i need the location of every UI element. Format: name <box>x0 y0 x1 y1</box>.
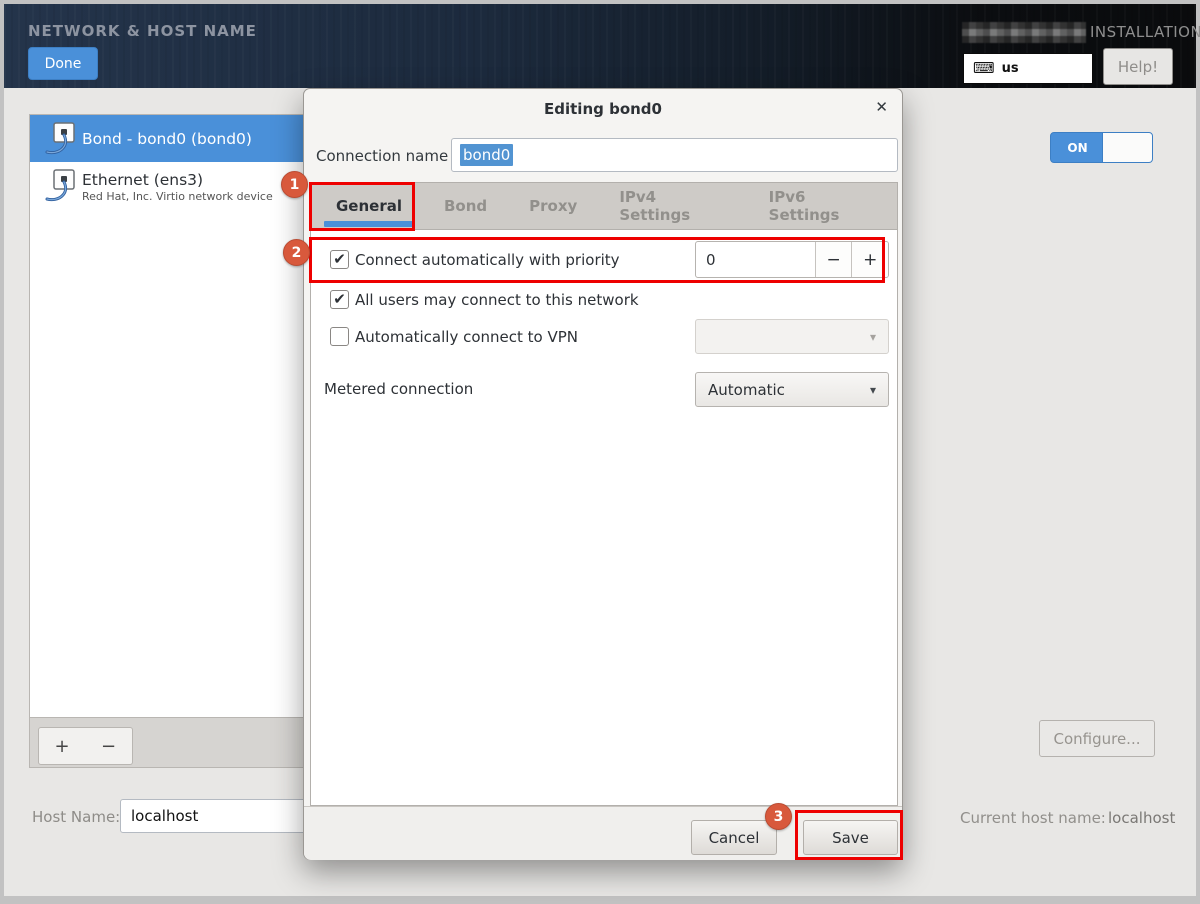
tab-bond[interactable]: Bond <box>423 183 508 229</box>
device-title: Ethernet (ens3) <box>82 171 273 189</box>
hostname-input[interactable] <box>120 799 310 833</box>
save-button[interactable]: Save <box>803 820 898 855</box>
dialog-title: Editing bond0 <box>304 100 902 118</box>
toggle-on-label: ON <box>1051 133 1104 162</box>
device-title: Bond - bond0 (bond0) <box>82 130 252 148</box>
editing-bond0-dialog: Editing bond0 ✕ Connection name bond0 Ge… <box>303 88 903 860</box>
done-button[interactable]: Done <box>28 47 98 80</box>
metered-dropdown[interactable]: Automatic ▾ <box>695 372 889 407</box>
connection-name-input[interactable]: bond0 <box>451 138 898 172</box>
annotation-step-1: 1 <box>281 171 308 198</box>
dialog-tab-bar: General Bond Proxy IPv4 Settings IPv6 Se… <box>310 182 898 230</box>
remove-device-button[interactable]: − <box>85 727 133 765</box>
tab-ipv6-settings[interactable]: IPv6 Settings <box>748 183 897 229</box>
all-users-checkbox[interactable]: ✔ <box>330 290 349 309</box>
vpn-dropdown[interactable]: ▾ <box>695 319 889 354</box>
cancel-button[interactable]: Cancel <box>691 820 777 855</box>
metered-label: Metered connection <box>324 380 473 398</box>
dialog-footer: Cancel Save <box>304 806 902 860</box>
checkmark-icon: ✔ <box>333 292 346 307</box>
keyboard-icon: ⌨ <box>973 61 995 76</box>
annotation-step-2: 2 <box>283 239 310 266</box>
spin-plus-button[interactable]: + <box>851 242 888 277</box>
chevron-down-icon: ▾ <box>870 383 876 397</box>
add-device-button[interactable]: + <box>38 727 86 765</box>
tab-proxy[interactable]: Proxy <box>508 183 598 229</box>
close-icon[interactable]: ✕ <box>875 98 888 116</box>
connect-auto-label: Connect automatically with priority <box>355 251 620 269</box>
vpn-checkbox[interactable] <box>330 327 349 346</box>
connection-name-value: bond0 <box>460 144 513 166</box>
checkmark-icon: ✔ <box>333 252 346 267</box>
keyboard-layout-indicator[interactable]: ⌨ us <box>963 53 1093 84</box>
vpn-label: Automatically connect to VPN <box>355 328 578 346</box>
network-device-icon <box>44 121 82 155</box>
priority-spinner[interactable]: 0 − + <box>695 241 889 278</box>
annotation-step-3: 3 <box>765 803 792 830</box>
help-button[interactable]: Help! <box>1103 48 1173 85</box>
connection-name-label: Connection name <box>316 147 448 165</box>
current-hostname-label: Current host name: <box>960 809 1106 827</box>
network-device-icon <box>44 168 82 202</box>
chevron-down-icon: ▾ <box>870 330 876 344</box>
top-header-band: NETWORK & HOST NAME Done INSTALLATION ⌨ … <box>4 4 1196 88</box>
network-on-off-toggle[interactable]: ON <box>1050 132 1153 163</box>
device-subtitle: Red Hat, Inc. Virtio network device <box>82 190 273 203</box>
current-hostname-value: localhost <box>1108 809 1175 827</box>
all-users-label: All users may connect to this network <box>355 291 639 309</box>
page-title: NETWORK & HOST NAME <box>28 22 257 40</box>
connect-auto-checkbox[interactable]: ✔ <box>330 250 349 269</box>
installation-label: INSTALLATION <box>1090 23 1200 41</box>
censored-text-block <box>962 22 1086 43</box>
configure-button[interactable]: Configure... <box>1039 720 1155 757</box>
tab-general[interactable]: General <box>315 183 423 229</box>
tab-ipv4-settings[interactable]: IPv4 Settings <box>598 183 747 229</box>
toggle-knob[interactable] <box>1102 133 1152 162</box>
priority-value[interactable]: 0 <box>696 242 815 277</box>
hostname-label: Host Name: <box>32 808 120 826</box>
general-tab-content: ✔ Connect automatically with priority 0 … <box>310 230 898 806</box>
metered-dropdown-value: Automatic <box>708 381 785 399</box>
spin-minus-button[interactable]: − <box>815 242 852 277</box>
network-host-name-screen: NETWORK & HOST NAME Done INSTALLATION ⌨ … <box>0 0 1200 904</box>
keyboard-layout-label: us <box>1002 61 1019 76</box>
